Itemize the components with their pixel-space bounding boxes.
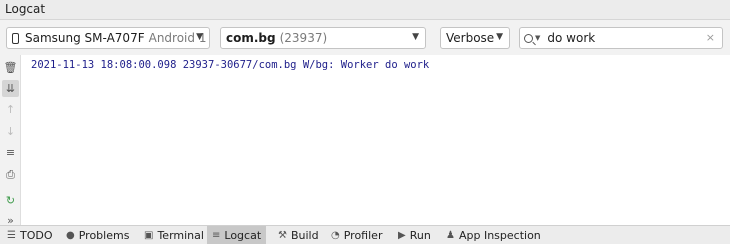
clear-search-icon[interactable]: × <box>706 31 715 44</box>
todo-icon: ☰ <box>7 229 16 241</box>
up-arrow-icon[interactable]: ↑ <box>2 101 19 118</box>
chevron-down-icon: ▼ <box>196 32 203 42</box>
tab-label: Profiler <box>343 228 383 242</box>
process-selector[interactable]: com.bg (23937) ▼ <box>220 27 426 49</box>
tab-terminal[interactable]: ▣ Terminal <box>139 226 209 244</box>
phone-icon <box>12 32 19 44</box>
tab-app-inspection[interactable]: ♟ App Inspection <box>441 226 546 244</box>
tab-problems[interactable]: ● Problems <box>61 226 134 244</box>
search-field[interactable]: ▼ do work × <box>519 27 723 49</box>
tab-label: App Inspection <box>458 228 541 242</box>
window-title: Logcat <box>5 2 46 16</box>
tab-profiler[interactable]: ◔ Profiler <box>326 226 387 244</box>
build-icon: ⚒ <box>278 229 287 241</box>
terminal-icon: ▣ <box>144 229 154 241</box>
logcat-side-toolbar: 🗑 ⇊ ↑ ↓ ≡ ⎙ ↻» <box>0 55 21 227</box>
search-icon <box>524 33 533 43</box>
logcat-title-bar: Logcat <box>0 0 730 20</box>
profiler-icon: ◔ <box>331 229 340 241</box>
search-history-dropdown-icon[interactable]: ▼ <box>535 34 540 42</box>
tab-label: Problems <box>78 228 130 242</box>
down-arrow-icon[interactable]: ↓ <box>2 123 19 140</box>
tool-window-bar: ☰ TODO ● Problems ▣ Terminal ≡ Logcat ⚒ Build ◔ Pro… <box>0 225 730 244</box>
process-name: com.bg <box>226 31 276 45</box>
chevron-down-icon: ▼ <box>496 32 503 42</box>
device-name: Samsung SM-A707F <box>25 31 145 45</box>
restart-icon[interactable]: ↻ <box>2 192 19 209</box>
clear-logcat-icon[interactable]: 🗑 <box>2 59 19 76</box>
run-icon: ▶ <box>398 229 406 241</box>
tab-build[interactable]: ⚒ Build <box>273 226 324 244</box>
soft-wrap-icon[interactable]: ≡ <box>2 144 19 161</box>
tab-label: Terminal <box>157 228 204 242</box>
tab-label: TODO <box>19 228 53 242</box>
log-line: 2021-11-13 18:08:00.098 23937-30677/com.… <box>31 59 430 71</box>
log-output[interactable]: 2021-11-13 18:08:00.098 23937-30677/com.… <box>22 55 730 225</box>
logcat-icon: ≡ <box>212 229 221 241</box>
tab-label: Logcat <box>224 228 262 242</box>
scroll-to-end-icon[interactable]: ⇊ <box>2 80 19 97</box>
tab-logcat[interactable]: ≡ Logcat <box>207 226 267 244</box>
device-selector[interactable]: Samsung SM-A707F Android 1 ▼ <box>6 27 210 49</box>
tab-run[interactable]: ▶ Run <box>393 226 436 244</box>
log-level-selector[interactable]: Verbose ▼ <box>440 27 510 49</box>
search-input[interactable]: do work <box>547 31 595 45</box>
logcat-toolbar: Samsung SM-A707F Android 1 ▼ com.bg (239… <box>0 20 730 55</box>
tab-todo[interactable]: ☰ TODO <box>2 226 57 244</box>
chevron-down-icon: ▼ <box>412 32 419 42</box>
process-pid: (23937) <box>279 31 328 45</box>
app-inspection-icon: ♟ <box>446 229 455 241</box>
print-icon[interactable]: ⎙ <box>2 166 19 183</box>
tab-label: Run <box>409 228 431 242</box>
log-level-value: Verbose <box>446 31 495 45</box>
tab-label: Build <box>290 228 319 242</box>
problems-icon: ● <box>66 229 75 241</box>
